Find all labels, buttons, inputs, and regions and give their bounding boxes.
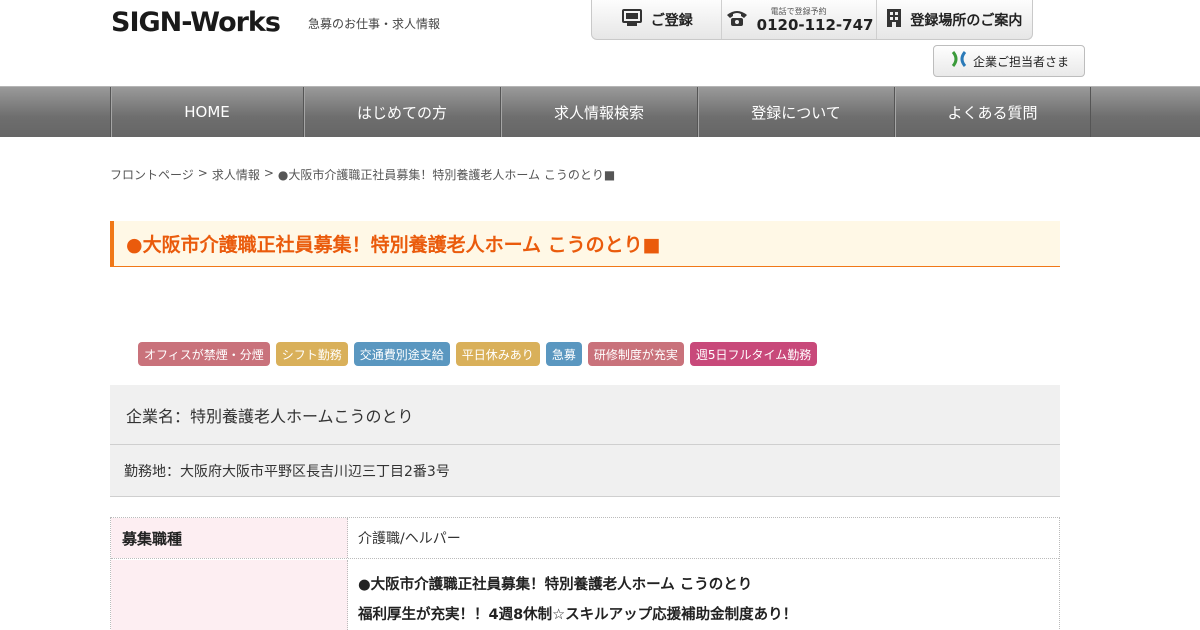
register-button[interactable]: ご登録 bbox=[592, 0, 723, 39]
computer-icon bbox=[621, 8, 643, 32]
site-tagline: 急募のお仕事・求人情報 bbox=[308, 17, 441, 31]
nav-item-home[interactable]: HOME bbox=[110, 87, 303, 137]
nav-item-registration[interactable]: 登録について bbox=[697, 87, 894, 137]
building-icon bbox=[886, 8, 902, 32]
corporate-contact-button[interactable]: 企業ご担当者さま bbox=[933, 45, 1085, 77]
job-type-value: 介護職/ヘルパー bbox=[358, 531, 461, 547]
description-cell: ●大阪市介護職正社員募集！特別養護老人ホーム こうのとり 福利厚生が充実！！4週… bbox=[348, 560, 1059, 630]
tag-weekday-off: 平日休みあり bbox=[455, 342, 540, 366]
breadcrumb-current: ●大阪市介護職正社員募集！特別養護老人ホーム こうのとり■ bbox=[277, 168, 616, 182]
breadcrumb-link-front[interactable]: フロントページ bbox=[110, 166, 194, 183]
table-row: 募集職種 介護職/ヘルパー bbox=[111, 518, 1059, 559]
phone-number: 0120-112-747 bbox=[756, 15, 874, 34]
description-header bbox=[111, 560, 348, 630]
breadcrumb-link-jobs[interactable]: 求人情報 bbox=[212, 166, 260, 183]
tag-training: 研修制度が充実 bbox=[587, 342, 684, 366]
tag-no-smoking: オフィスが禁煙・分煙 bbox=[138, 342, 270, 366]
register-label: ご登録 bbox=[650, 13, 693, 29]
breadcrumb-separator: > bbox=[263, 166, 274, 180]
page-title: ●大阪市介護職正社員募集！特別養護老人ホーム こうのとり■ bbox=[110, 221, 1060, 267]
nav-item-faq[interactable]: よくある質問 bbox=[894, 87, 1091, 137]
locations-button[interactable]: 登録場所のご案内 bbox=[877, 0, 1032, 39]
table-row: ●大阪市介護職正社員募集！特別養護老人ホーム こうのとり 福利厚生が充実！！4週… bbox=[111, 560, 1059, 630]
job-tags: オフィスが禁煙・分煙 シフト勤務 交通費別途支給 平日休みあり 急募 研修制度が… bbox=[138, 342, 818, 366]
phone-caption: 電話で登録予約 bbox=[770, 6, 827, 16]
company-info: 企業名：特別養護老人ホームこうのとり 勤務地：大阪府大阪市平野区長吉川辺三丁目2… bbox=[110, 385, 1060, 497]
company-name: 企業名：特別養護老人ホームこうのとり bbox=[126, 406, 414, 426]
tag-urgent: 急募 bbox=[545, 342, 582, 366]
page-title-text: ●大阪市介護職正社員募集！特別養護老人ホーム こうのとり■ bbox=[126, 234, 661, 256]
corporate-logo-icon bbox=[949, 49, 969, 73]
job-detail-table: 募集職種 介護職/ヘルパー ●大阪市介護職正社員募集！特別養護老人ホーム こうの… bbox=[110, 517, 1060, 630]
header-button-group: ご登録 電話で登録予約 0120-112-747 登録場所のご案内 bbox=[591, 0, 1033, 40]
nav-item-job-search[interactable]: 求人情報検索 bbox=[500, 87, 697, 137]
locations-label: 登録場所のご案内 bbox=[910, 13, 1023, 29]
logo-text: SIGN-Works bbox=[111, 6, 281, 38]
job-type-header: 募集職種 bbox=[111, 518, 348, 558]
phone-icon bbox=[725, 8, 749, 32]
phone-reservation-button[interactable]: 電話で登録予約 0120-112-747 bbox=[722, 0, 877, 39]
tag-fulltime: 週5日フルタイム勤務 bbox=[689, 342, 818, 366]
breadcrumb: フロントページ > 求人情報 > ●大阪市介護職正社員募集！特別養護老人ホーム … bbox=[110, 166, 615, 183]
description-line: 福利厚生が充実！！4週8休制☆スキルアップ応援補助金制度あり！ bbox=[358, 607, 798, 623]
tag-transport-allowance: 交通費別途支給 bbox=[353, 342, 450, 366]
nav-item-beginners[interactable]: はじめての方 bbox=[303, 87, 500, 137]
breadcrumb-separator: > bbox=[197, 166, 208, 180]
site-logo[interactable]: SIGN-Works bbox=[111, 5, 281, 39]
description-line: ●大阪市介護職正社員募集！特別養護老人ホーム こうのとり bbox=[358, 577, 753, 593]
main-nav: HOME はじめての方 求人情報検索 登録について よくある質問 bbox=[0, 86, 1200, 137]
corporate-label: 企業ご担当者さま bbox=[972, 54, 1069, 69]
tag-shift-work: シフト勤務 bbox=[275, 342, 348, 366]
work-location: 勤務地：大阪府大阪市平野区長吉川辺三丁目2番3号 bbox=[124, 463, 450, 480]
